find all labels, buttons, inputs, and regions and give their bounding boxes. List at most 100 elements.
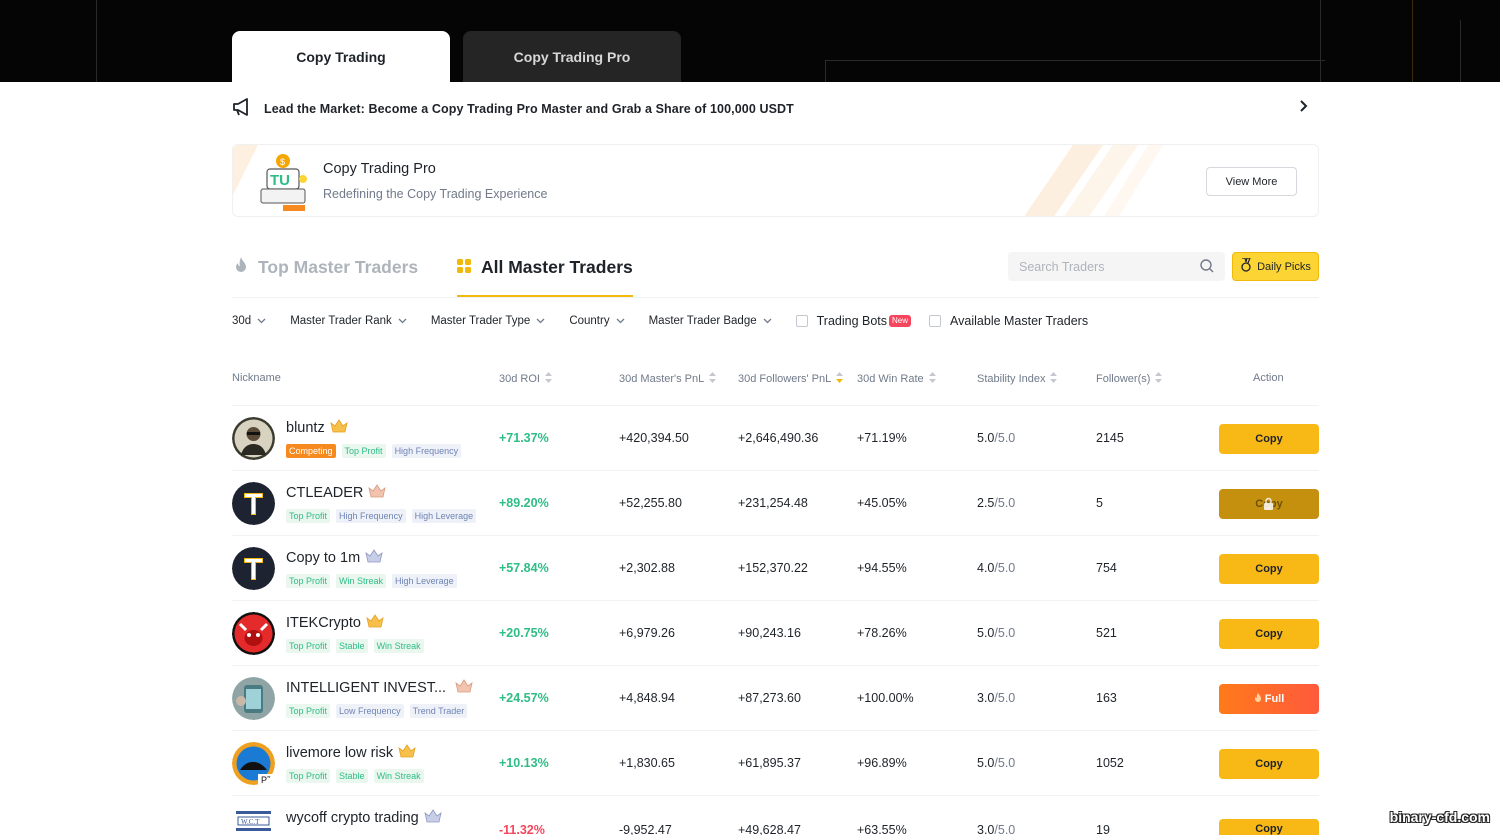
trader-tags: Top Profit High Frequency High Leverage <box>286 509 482 523</box>
col-stab-label: Stability Index <box>977 373 1046 385</box>
roi-value: -11.32% <box>499 823 545 835</box>
roi-value: +10.13% <box>499 756 549 770</box>
tag: High Leverage <box>392 574 457 588</box>
full-button[interactable]: Full <box>1219 684 1319 714</box>
active-tab-underline <box>457 295 633 297</box>
col-fpnl-label: 30d Followers' PnL <box>738 373 832 385</box>
search-box[interactable] <box>1008 252 1225 281</box>
daily-picks-label: Daily Picks <box>1257 260 1311 273</box>
table-row[interactable]: PT livemore low risk Top Profit Stable W… <box>232 731 1319 796</box>
tag: Competing <box>286 444 336 458</box>
trader-tags: Competing Top Profit High Frequency <box>286 444 467 458</box>
tag: High Frequency <box>336 509 406 523</box>
trader-name[interactable]: ITEKCrypto <box>286 614 384 632</box>
checkbox-trading-bots[interactable]: Trading Bots New <box>795 314 919 328</box>
megaphone-icon <box>232 97 252 121</box>
search-input[interactable] <box>1019 259 1199 274</box>
tab-copy-trading-pro[interactable]: Copy Trading Pro <box>463 31 681 82</box>
stability-score: 3.0 <box>977 691 995 705</box>
sort-icon <box>928 372 936 386</box>
trader-name-text: ITEKCrypto <box>286 615 361 631</box>
followers-value: 19 <box>1096 823 1110 835</box>
followers-value: 521 <box>1096 626 1117 640</box>
col-followers-pnl[interactable]: 30d Followers' PnL <box>738 372 844 386</box>
copy-button[interactable]: Copy <box>1219 424 1319 454</box>
svg-text:TU: TU <box>270 172 290 189</box>
copy-button-locked[interactable]: Copy <box>1219 489 1319 519</box>
copy-button[interactable]: Copy <box>1219 619 1319 649</box>
trader-name[interactable]: wycoff crypto trading <box>286 809 442 827</box>
master-pnl-value: +1,830.65 <box>619 756 675 770</box>
copy-button[interactable]: Copy <box>1219 819 1319 835</box>
avatar <box>232 547 275 590</box>
tab-all-master-traders[interactable]: All Master Traders <box>457 256 633 278</box>
filter-country[interactable]: Country <box>569 315 625 327</box>
tag: Low Frequency <box>336 704 404 718</box>
tag: Stable <box>336 769 368 783</box>
col-win-rate[interactable]: 30d Win Rate <box>857 372 936 386</box>
table-row[interactable]: INTELLIGENT INVEST... Top Profit Low Fre… <box>232 666 1319 731</box>
trader-name[interactable]: INTELLIGENT INVEST... <box>286 679 473 697</box>
svg-text:PT: PT <box>261 775 273 785</box>
checkbox[interactable] <box>795 315 808 327</box>
master-pnl-value: -9,952.47 <box>619 823 672 835</box>
chevron-down-icon <box>257 315 266 327</box>
master-pnl-value: +420,394.50 <box>619 431 689 445</box>
col-action: Action <box>1253 372 1284 384</box>
master-pnl-value: +52,255.80 <box>619 496 682 510</box>
search-icon[interactable] <box>1200 259 1214 278</box>
trader-name-text: INTELLIGENT INVEST... <box>286 680 447 696</box>
tag: Top Profit <box>286 574 331 588</box>
col-stability[interactable]: Stability Index <box>977 372 1058 386</box>
daily-picks-button[interactable]: Daily Picks <box>1232 252 1319 281</box>
col-roi[interactable]: 30d ROI <box>499 372 552 386</box>
col-roi-label: 30d ROI <box>499 373 540 385</box>
filter-period[interactable]: 30d <box>232 315 266 327</box>
avatar <box>232 482 275 525</box>
table-row[interactable]: ITEKCrypto Top Profit Stable Win Streak … <box>232 601 1319 666</box>
tab-copy-trading[interactable]: Copy Trading <box>232 31 450 82</box>
filter-badge[interactable]: Master Trader Badge <box>649 315 772 327</box>
followers-value: 2145 <box>1096 431 1124 445</box>
trader-name[interactable]: bluntz <box>286 419 348 437</box>
checkbox-available-masters[interactable]: Available Master Traders <box>929 314 1088 328</box>
table-row[interactable]: Copy to 1m Top Profit Win Streak High Le… <box>232 536 1319 601</box>
chevron-right-icon[interactable] <box>1298 99 1310 118</box>
tag: High Leverage <box>411 509 477 523</box>
roi-value: +57.84% <box>499 561 549 575</box>
trader-name[interactable]: livemore low risk <box>286 744 416 762</box>
col-master-pnl[interactable]: 30d Master's PnL <box>619 372 717 386</box>
table-row[interactable]: CTLEADER Top Profit High Frequency High … <box>232 471 1319 536</box>
trader-tags: Top Profit Win Streak High Leverage <box>286 574 463 588</box>
trader-name[interactable]: CTLEADER <box>286 484 386 502</box>
decor-line <box>1412 0 1413 82</box>
gold-crown-icon <box>398 744 416 762</box>
chevron-down-icon <box>616 315 625 327</box>
view-more-button[interactable]: View More <box>1206 167 1297 196</box>
trader-tags: Top Profit Stable Win Streak <box>286 769 430 783</box>
filter-type[interactable]: Master Trader Type <box>431 315 546 327</box>
stability-max: /5.0 <box>994 756 1016 770</box>
copy-button[interactable]: Copy <box>1219 749 1319 779</box>
bronze-crown-icon <box>455 679 473 697</box>
followers-value: 754 <box>1096 561 1117 575</box>
col-followers[interactable]: Follower(s) <box>1096 372 1163 386</box>
tab-top-master-traders[interactable]: Top Master Traders <box>234 256 418 278</box>
gold-crown-icon <box>366 614 384 632</box>
filter-rank[interactable]: Master Trader Rank <box>290 315 407 327</box>
copy-button[interactable]: Copy <box>1219 554 1319 584</box>
sort-icon <box>836 372 844 386</box>
col-nickname: Nickname <box>232 372 281 384</box>
table-row[interactable]: bluntz Competing Top Profit High Frequen… <box>232 406 1319 471</box>
flame-icon <box>234 256 248 278</box>
stability-score: 5.0 <box>977 756 995 770</box>
trader-name[interactable]: Copy to 1m <box>286 549 383 567</box>
checkbox[interactable] <box>929 315 942 327</box>
stability-max: /5.0 <box>994 496 1016 510</box>
announcement-bar[interactable]: Lead the Market: Become a Copy Trading P… <box>232 96 1318 122</box>
table-row[interactable]: W.C.T wycoff crypto trading -11.32% -9,9… <box>232 796 1319 835</box>
stability-max: /5.0 <box>994 431 1016 445</box>
stability-score: 2.5 <box>977 496 995 510</box>
roi-value: +24.57% <box>499 691 549 705</box>
chevron-down-icon <box>398 315 407 327</box>
